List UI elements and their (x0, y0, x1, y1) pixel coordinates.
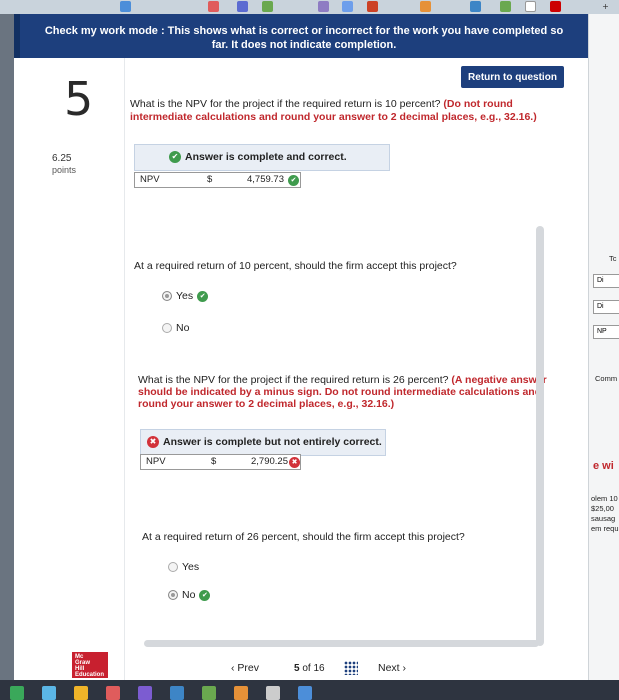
tab-icon[interactable] (500, 1, 511, 12)
check-icon: ✔ (199, 589, 211, 601)
side-text: olem 10 (591, 494, 618, 503)
side-heading: e wi (593, 460, 614, 472)
npv-answer-row: NPV $ 2,790.25 ✖ (140, 454, 301, 470)
dock-app-icon[interactable] (202, 686, 216, 700)
check-icon: ✔ (197, 290, 209, 302)
radio-option-no[interactable]: No (162, 322, 189, 334)
npv-value[interactable]: 2,790.25 (251, 456, 288, 467)
dock-app-icon[interactable] (266, 686, 280, 700)
dock-app-icon[interactable] (106, 686, 120, 700)
question-prompt: At a required return of 10 percent, shou… (134, 260, 457, 272)
currency-symbol: $ (211, 456, 217, 467)
tab-icon[interactable] (367, 1, 378, 12)
npv-label: NPV (140, 174, 160, 185)
side-button[interactable]: Di (593, 300, 619, 314)
question-card: 5 6.25 points Return to question What is… (14, 58, 588, 680)
page-total: 16 (313, 663, 325, 674)
npv-label: NPV (146, 456, 166, 467)
tab-icon[interactable] (470, 1, 481, 12)
tab-icon[interactable] (550, 1, 561, 12)
status-text: Answer is complete but not entirely corr… (163, 436, 382, 448)
browser-tab-strip: + (0, 0, 619, 14)
background-window: Tc Di Di NP Comm olem 10 $25,00 sausag e… (588, 14, 619, 680)
points-label: points (52, 165, 77, 175)
tab-icon[interactable] (318, 1, 329, 12)
side-text: em requ (591, 524, 619, 533)
horizontal-scrollbar[interactable] (144, 640, 539, 647)
dock-app-icon[interactable] (10, 686, 24, 700)
x-icon: ✖ (289, 457, 300, 468)
tab-icon[interactable] (120, 1, 131, 12)
side-button[interactable]: NP (593, 325, 619, 339)
points-value: 6.25 (52, 153, 72, 164)
grid-view-icon[interactable] (344, 661, 358, 675)
tab-icon[interactable] (237, 1, 248, 12)
prev-button[interactable]: ‹ Prev (231, 662, 259, 674)
status-text: Answer is complete and correct. (185, 151, 347, 163)
tab-icon[interactable] (420, 1, 431, 12)
tab-icon[interactable] (525, 1, 536, 12)
radio-icon[interactable] (162, 323, 172, 334)
side-button[interactable]: Di (593, 274, 619, 288)
tab-icon[interactable] (262, 1, 273, 12)
banner-line-2: far. It does not indicate completion. (211, 39, 397, 51)
option-label: Yes (182, 561, 200, 573)
radio-icon[interactable] (168, 562, 178, 573)
x-icon: ✖ (147, 436, 159, 449)
vertical-scrollbar[interactable] (536, 226, 544, 646)
page-of-word: of (302, 663, 311, 674)
side-text: Tc (609, 254, 617, 263)
radio-option-yes[interactable]: Yes (168, 561, 199, 573)
dock-app-icon[interactable] (298, 686, 312, 700)
question-prompt: What is the NPV for the project if the r… (130, 98, 441, 110)
page-indicator: 5 of 16 (294, 663, 325, 674)
option-label: No (176, 322, 190, 334)
answer-status-incorrect: ✖ Answer is complete but not entirely cor… (140, 429, 386, 456)
check-mode-banner: Check my work mode : This shows what is … (14, 14, 588, 58)
dock-app-icon[interactable] (74, 686, 88, 700)
divider (124, 58, 125, 680)
new-tab-icon[interactable]: + (600, 1, 611, 12)
dock-app-icon[interactable] (170, 686, 184, 700)
check-icon: ✔ (169, 151, 181, 164)
radio-selected-icon[interactable] (168, 590, 178, 601)
answer-status-correct: ✔ Answer is complete and correct. (134, 144, 390, 171)
check-icon: ✔ (288, 175, 299, 186)
tab-icon[interactable] (342, 1, 353, 12)
npv-answer-row: NPV $ 4,759.73 ✔ (134, 172, 301, 188)
dock-app-icon[interactable] (138, 686, 152, 700)
banner-line-1: Check my work mode : This shows what is … (44, 25, 564, 37)
side-text: sausag (591, 514, 616, 523)
side-text: $25,00 (591, 504, 614, 513)
npv-value[interactable]: 4,759.73 (247, 174, 284, 185)
question-prompt: What is the NPV for the project if the r… (138, 374, 449, 386)
radio-selected-icon[interactable] (162, 291, 172, 302)
question-prompt: At a required return of 26 percent, shou… (142, 531, 465, 543)
question-text: What is the NPV for the project if the r… (130, 98, 570, 124)
mcgraw-hill-logo: Mc Graw Hill Education (72, 652, 108, 678)
radio-option-yes[interactable]: Yes ✔ (162, 290, 209, 302)
currency-symbol: $ (207, 174, 213, 185)
side-text: Comm (595, 374, 618, 383)
dock-app-icon[interactable] (234, 686, 248, 700)
question-text: What is the NPV for the project if the r… (138, 374, 552, 410)
return-to-question-button[interactable]: Return to question (461, 66, 564, 88)
option-label: Yes (176, 290, 194, 302)
radio-option-no[interactable]: No ✔ (168, 589, 211, 601)
chevron-right-icon: › (399, 662, 407, 674)
tab-icon[interactable] (208, 1, 219, 12)
option-label: No (182, 589, 196, 601)
page-current: 5 (294, 663, 300, 674)
next-button[interactable]: Next › (378, 662, 406, 674)
question-number: 5 (64, 72, 94, 126)
dock-app-icon[interactable] (42, 686, 56, 700)
